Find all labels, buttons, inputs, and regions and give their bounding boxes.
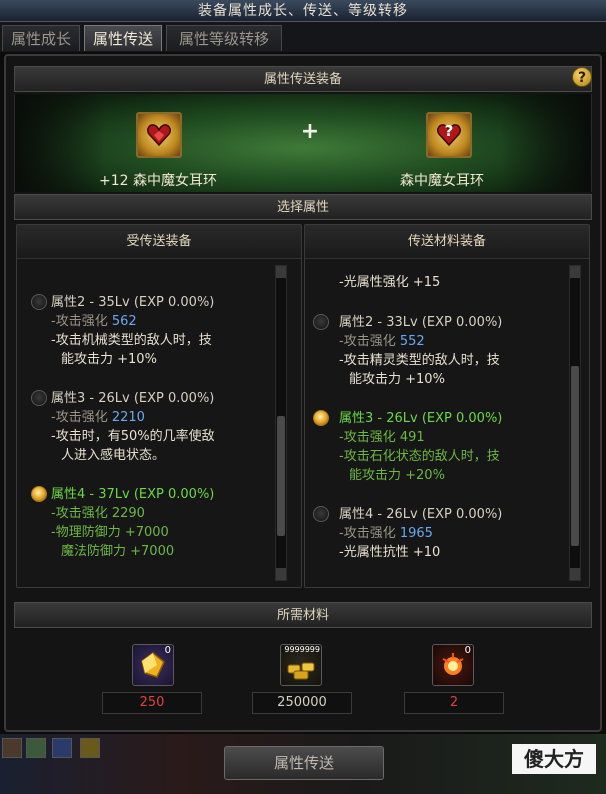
attribute-transfer-button[interactable]: 属性传送 [224,746,384,780]
attack-boost-line: -攻击强化 2210 [51,406,145,425]
attack-boost-label: -攻击强化 [339,334,396,349]
attack-boost-label: -攻击强化 [51,410,108,425]
target-item-name: 森中魔女耳环 [400,173,484,189]
attack-boost-value: 562 [111,314,137,329]
required-materials-header: 所需材料 [14,602,592,628]
attribute-title: 属性4 - 37Lv (EXP 0.00%) [51,487,215,502]
count-badge: 0 [164,645,171,656]
top-effect-line: -光属性强化 +15 [339,275,441,290]
effect-line: 魔法防御力 +7000 [61,544,175,559]
attack-boost-line: -攻击强化 491 [339,426,425,445]
attack-boost-value: 2210 [111,410,145,425]
attribute-title: 属性3 - 26Lv (EXP 0.00%) [339,411,503,426]
window-title: 装备属性成长、传送、等级转移 [0,0,606,22]
material-scrollbar[interactable] [569,265,581,581]
attribute-title: 属性2 - 33Lv (EXP 0.00%) [339,315,503,330]
material-slot-gold[interactable]: 9999999 [280,644,322,686]
plus-icon: + [300,119,320,144]
effect-line: 能攻击力 +10% [349,372,445,387]
help-icon[interactable]: ? [572,67,592,87]
receiver-scrollbar[interactable] [275,265,287,581]
gold-coins-icon [287,662,315,680]
material-cost-fire: 2 [404,692,504,714]
radio-button-selected[interactable] [31,486,47,502]
attack-boost-line: -攻击强化 562 [51,310,137,329]
material-slot-crystal[interactable]: 0 [132,644,174,686]
hud-skill-icon[interactable] [2,738,22,758]
attack-boost-value: 491 [399,430,425,445]
attack-boost-label: -攻击强化 [51,314,108,329]
attack-boost-line: -攻击强化 1965 [339,522,433,541]
effect-line: -物理防御力 +7000 [51,525,169,540]
transfer-equipment-header: 属性传送装备 [14,66,592,92]
attack-boost-label: -攻击强化 [339,430,396,445]
effect-line: 能攻击力 +10% [61,352,157,367]
effect-line: -攻击精灵类型的敌人时，技 [339,353,500,368]
attack-boost-line: -攻击强化 2290 [51,502,145,521]
tab-attribute-transfer[interactable]: 属性传送 [84,25,162,51]
scroll-down-arrow[interactable] [570,568,580,580]
count-badge: 9999999 [284,645,320,654]
radio-button[interactable] [31,294,47,310]
radio-button[interactable] [313,506,329,522]
scroll-thumb[interactable] [277,416,285,536]
tab-attribute-level-transfer[interactable]: 属性等级转移 [166,25,282,51]
attack-boost-label: -攻击强化 [339,526,396,541]
effect-line: -攻击机械类型的敌人时，技 [51,333,212,348]
fire-orb-icon [442,653,464,675]
hud-skill-icon[interactable] [26,738,46,758]
target-item-slot[interactable]: ? [426,112,472,158]
material-panel-header: 传送材料装备 [305,225,589,259]
source-item-name: +12 森中魔女耳环 [99,173,217,189]
effect-line: 人进入感电状态。 [61,448,166,463]
scroll-thumb[interactable] [571,366,579,546]
effect-line: -攻击石化状态的敌人时，技 [339,449,500,464]
receiver-panel: 受传送装备 属性2 - 35Lv (EXP 0.00%) -攻击强化 562 -… [16,224,302,588]
attribute-title: 属性2 - 35Lv (EXP 0.00%) [51,295,215,310]
hud-skill-icon[interactable] [52,738,72,758]
attribute-title: 属性3 - 26Lv (EXP 0.00%) [51,391,215,406]
tab-attribute-growth[interactable]: 属性成长 [2,25,80,51]
material-cost-crystal: 250 [102,692,202,714]
material-slot-fire[interactable]: 0 [432,644,474,686]
radio-button-selected[interactable] [313,410,329,426]
heart-earring-icon [147,124,171,147]
tab-bar: 属性成长 属性传送 属性等级转移 [0,22,606,52]
attack-boost-value: 2290 [111,506,145,521]
effect-line: -攻击时，有50%的几率使敌 [51,429,215,444]
radio-button[interactable] [31,390,47,406]
scroll-up-arrow[interactable] [570,266,580,278]
radio-button[interactable] [313,314,329,330]
scroll-up-arrow[interactable] [276,266,286,278]
attack-boost-value: 1965 [399,526,433,541]
attack-boost-label: -攻击强化 [51,506,108,521]
source-item-slot[interactable] [136,112,182,158]
receiver-panel-header: 受传送装备 [17,225,301,259]
attribute-title: 属性4 - 26Lv (EXP 0.00%) [339,507,503,522]
effect-line: 能攻击力 +20% [349,468,445,483]
material-cost-gold: 250000 [252,692,352,714]
material-panel: 传送材料装备 -光属性强化 +15 属性2 - 33Lv (EXP 0.00%)… [304,224,590,588]
count-badge: 0 [464,645,471,656]
hud-skill-icon[interactable] [80,738,100,758]
watermark-logo: 傻大方 [512,744,596,774]
gold-crystal-icon [141,652,165,678]
attack-boost-value: 552 [399,334,425,349]
unknown-badge: ? [444,122,454,140]
scroll-down-arrow[interactable] [276,568,286,580]
attack-boost-line: -攻击强化 552 [339,330,425,349]
select-attributes-header: 选择属性 [14,194,592,220]
effect-line: -光属性抗性 +10 [339,545,441,560]
